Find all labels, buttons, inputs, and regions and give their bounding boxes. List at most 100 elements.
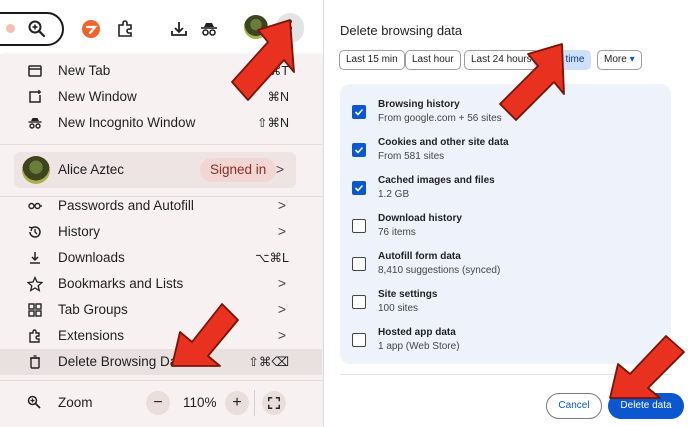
dialog-divider xyxy=(340,374,671,375)
menu-item-label: History xyxy=(58,224,101,239)
option-subtitle: 76 items xyxy=(378,227,416,238)
option-cookies[interactable]: Cookies and other site data From 581 sit… xyxy=(340,130,671,168)
menu-item-label: New Tab xyxy=(58,63,111,78)
menu-zoom-row: Zoom − 110% + xyxy=(0,378,322,427)
chevron-down-icon: ▾ xyxy=(629,54,635,65)
chip-last-hour[interactable]: Last hour xyxy=(405,50,461,70)
key-icon xyxy=(26,197,44,215)
option-autofill[interactable]: Autofill form data 8,410 suggestions (sy… xyxy=(340,244,671,282)
option-title: Cached images and files xyxy=(378,175,495,186)
chip-all-time[interactable]: ✓ All time xyxy=(534,50,592,70)
option-title: Autofill form data xyxy=(378,251,461,262)
fullscreen-button[interactable] xyxy=(262,391,286,415)
chrome-menu-pane: New Tab ⌘T New Window ⌘N New Incognito W… xyxy=(0,0,322,427)
menu-item-extensions[interactable]: Extensions > xyxy=(0,323,322,349)
tab-groups-icon xyxy=(26,301,44,319)
menu-divider xyxy=(0,144,322,145)
checkbox-checked[interactable] xyxy=(352,143,366,157)
option-title: Site settings xyxy=(378,289,438,300)
history-icon xyxy=(26,223,44,241)
chrome-menu-button[interactable] xyxy=(276,13,304,43)
checkbox-unchecked[interactable] xyxy=(352,295,366,309)
star-icon xyxy=(26,275,44,293)
option-site-settings[interactable]: Site settings 100 sites xyxy=(340,282,671,320)
chevron-right-icon: > xyxy=(277,197,286,213)
downloads-toolbar-icon[interactable] xyxy=(168,18,190,40)
menu-item-downloads[interactable]: Downloads ⌥⌘L xyxy=(0,245,322,271)
profile-avatar-button[interactable] xyxy=(244,15,268,39)
new-window-icon xyxy=(26,88,44,106)
menu-profile-row[interactable]: Alice Aztec Signed in > xyxy=(14,152,296,188)
fullscreen-icon xyxy=(268,397,280,409)
option-title: Cookies and other site data xyxy=(378,137,509,148)
extensions-puzzle-icon[interactable] xyxy=(114,18,136,40)
delete-browsing-data-dialog: Delete browsing data Last 15 min Last ho… xyxy=(323,0,688,427)
chevron-right-icon: > xyxy=(277,301,286,317)
checkbox-unchecked[interactable] xyxy=(352,219,366,233)
option-browsing-history[interactable]: Browsing history From google.com + 56 si… xyxy=(340,92,671,130)
menu-item-label: Extensions xyxy=(58,328,125,343)
option-subtitle: 1.2 GB xyxy=(378,189,410,200)
trash-icon xyxy=(26,353,44,371)
site-icon xyxy=(6,24,15,33)
chip-more[interactable]: More ▾ xyxy=(597,50,642,70)
option-cached-images[interactable]: Cached images and files 1.2 GB xyxy=(340,168,671,206)
data-options-panel: Browsing history From google.com + 56 si… xyxy=(340,84,671,364)
chevron-right-icon: > xyxy=(277,223,286,239)
chevron-right-icon: > xyxy=(277,275,286,291)
dialog-title: Delete browsing data xyxy=(340,23,463,38)
chrome-menu: New Tab ⌘T New Window ⌘N New Incognito W… xyxy=(0,54,322,427)
signed-in-badge: Signed in xyxy=(200,158,277,182)
menu-item-shortcut: ⌥⌘L xyxy=(255,251,289,265)
menu-item-new-tab[interactable]: New Tab ⌘T xyxy=(0,58,322,84)
omnibox[interactable] xyxy=(0,12,64,46)
menu-item-new-window[interactable]: New Window ⌘N xyxy=(0,84,322,110)
option-subtitle: From google.com + 56 sites xyxy=(378,113,502,124)
zoom-out-button[interactable]: − xyxy=(146,391,170,415)
download-icon xyxy=(26,249,44,267)
zoom-level: 110% xyxy=(183,395,217,410)
extensions-icon xyxy=(26,327,44,345)
menu-item-shortcut: ⌘T xyxy=(268,64,289,78)
menu-item-label: Bookmarks and Lists xyxy=(58,276,184,291)
menu-item-label: Tab Groups xyxy=(58,302,128,317)
menu-item-history[interactable]: History > xyxy=(0,219,322,245)
option-hosted-app-data[interactable]: Hosted app data 1 app (Web Store) xyxy=(340,320,671,358)
menu-item-label: New Incognito Window xyxy=(58,115,196,130)
menu-item-delete-browsing-data[interactable]: Delete Browsing Data... ⇧⌘⌫ xyxy=(0,349,322,375)
option-download-history[interactable]: Download history 76 items xyxy=(340,206,671,244)
check-icon: ✓ xyxy=(541,54,552,65)
browser-toolbar xyxy=(0,6,322,50)
menu-item-passwords-autofill[interactable]: Passwords and Autofill > xyxy=(0,193,322,219)
checkbox-unchecked[interactable] xyxy=(352,257,366,271)
menu-item-new-incognito-window[interactable]: New Incognito Window ⇧⌘N xyxy=(0,110,322,136)
cancel-button[interactable]: Cancel xyxy=(546,393,602,419)
menu-item-bookmarks-lists[interactable]: Bookmarks and Lists > xyxy=(0,271,322,297)
chevron-right-icon: > xyxy=(275,161,284,177)
new-tab-icon xyxy=(26,62,44,80)
chip-last-24-hours[interactable]: Last 24 hours xyxy=(464,50,539,70)
chevron-right-icon: > xyxy=(277,327,286,343)
checkbox-checked[interactable] xyxy=(352,105,366,119)
profile-avatar xyxy=(22,156,50,184)
option-subtitle: 1 app (Web Store) xyxy=(378,341,460,352)
chip-label: More xyxy=(604,54,627,65)
profile-name: Alice Aztec xyxy=(58,162,125,177)
zoom-in-button[interactable]: + xyxy=(225,391,249,415)
option-title: Browsing history xyxy=(378,99,460,110)
menu-item-label: New Window xyxy=(58,89,137,104)
zoom-divider xyxy=(254,390,255,416)
incognito-toolbar-icon[interactable] xyxy=(198,18,220,40)
menu-item-label: Downloads xyxy=(58,250,125,265)
menu-item-tab-groups[interactable]: Tab Groups > xyxy=(0,297,322,323)
menu-item-shortcut: ⇧⌘N xyxy=(256,116,289,130)
zoom-icon[interactable] xyxy=(26,18,48,40)
chip-last-15-min[interactable]: Last 15 min xyxy=(339,50,405,70)
menu-item-label: Delete Browsing Data... xyxy=(58,354,200,369)
checkbox-unchecked[interactable] xyxy=(352,333,366,347)
menu-item-label: Passwords and Autofill xyxy=(58,198,194,213)
extension-orange-icon[interactable] xyxy=(80,18,102,40)
delete-data-button[interactable]: Delete data xyxy=(608,393,684,419)
checkbox-checked[interactable] xyxy=(352,181,366,195)
option-title: Download history xyxy=(378,213,462,224)
